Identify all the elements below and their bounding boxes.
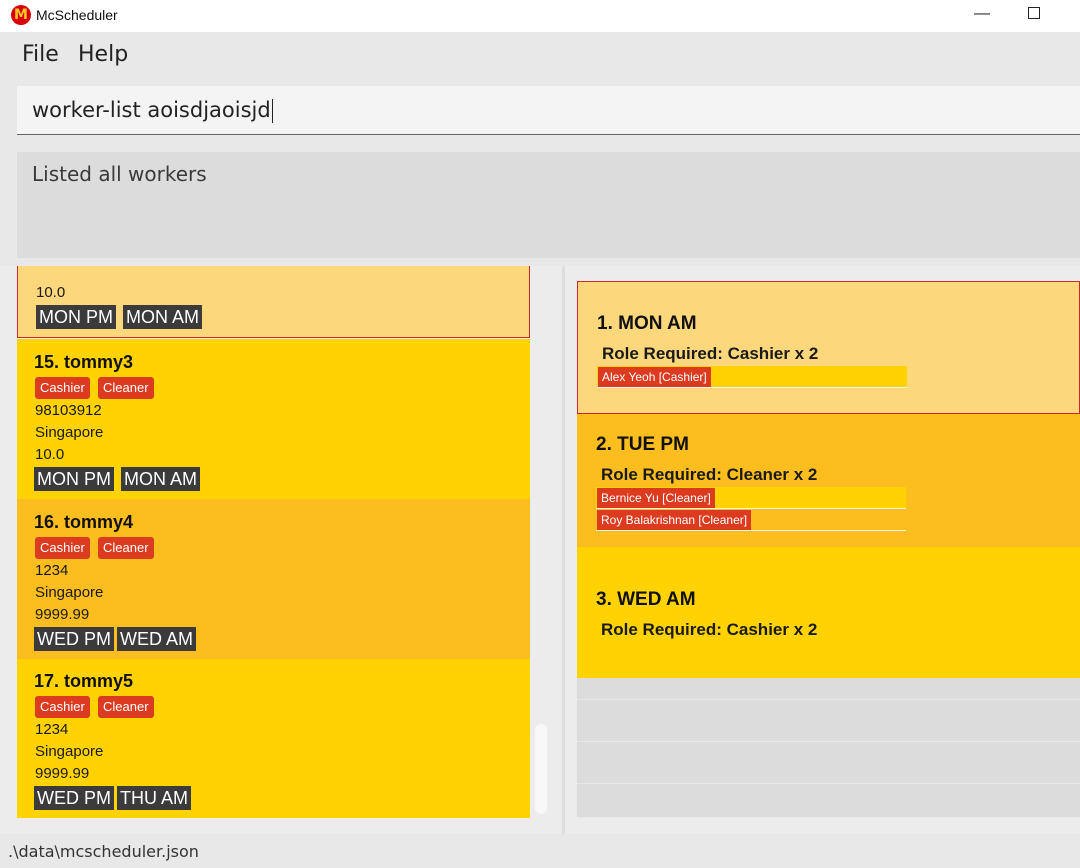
availability-tag: THU AM: [117, 786, 192, 810]
worker-pay: 9999.99: [35, 606, 90, 623]
shift-card[interactable]: 3. WED AM Role Required: Cashier x 2: [577, 547, 1080, 678]
minimize-button[interactable]: —: [962, 0, 1002, 30]
command-input[interactable]: worker-list aoisdjaoisjd: [17, 86, 1080, 135]
worker-card[interactable]: 16. tommy4 Cashier Cleaner 1234 Singapor…: [17, 499, 530, 659]
worker-phone: 98103912: [35, 402, 102, 419]
shift-title: 2. TUE PM: [596, 434, 689, 455]
worker-address: Singapore: [35, 743, 104, 760]
role-tag: Cleaner: [98, 377, 154, 399]
mcdonalds-logo-icon: M: [11, 5, 31, 25]
availability-tag: WED PM: [34, 627, 114, 651]
status-bar: .\data\mcscheduler.json: [0, 834, 1080, 868]
worker-card[interactable]: 10.0 MON PM MON AM: [17, 266, 530, 338]
maximize-button[interactable]: [1028, 7, 1040, 19]
worker-pay: 10.0: [36, 284, 66, 301]
shift-title: 1. MON AM: [597, 313, 697, 334]
title-bar: M McScheduler —: [0, 0, 1080, 32]
lists-panel: 10.0 MON PM MON AM 15. tommy3 Cashier Cl…: [0, 266, 1080, 834]
worker-phone: 1234: [35, 562, 69, 579]
menu-bar: File Help: [0, 32, 1080, 78]
result-display-container: Listed all workers: [0, 144, 1080, 266]
save-location: .\data\mcscheduler.json: [8, 842, 199, 861]
shift-role-required: Role Required: Cashier x 2: [601, 620, 818, 639]
worker-address: Singapore: [35, 424, 104, 441]
worker-name: 15. tommy3: [34, 352, 134, 372]
worker-name: 16. tommy4: [34, 512, 134, 532]
role-tag: Cleaner: [98, 696, 154, 718]
availability-tag: MON AM: [121, 467, 201, 491]
result-message: Listed all workers: [32, 162, 207, 186]
assignment-tag: Alex Yeoh [Cashier]: [598, 367, 711, 387]
assignment-row: Roy Balakrishnan [Cleaner]: [596, 509, 906, 531]
worker-list[interactable]: 10.0 MON PM MON AM 15. tommy3 Cashier Cl…: [0, 266, 562, 834]
worker-pay: 9999.99: [35, 765, 90, 782]
worker-card[interactable]: 15. tommy3 Cashier Cleaner 98103912 Sing…: [17, 339, 530, 499]
window-title: McScheduler: [36, 7, 118, 23]
role-tag: Cleaner: [98, 537, 154, 559]
worker-card[interactable]: 17. tommy5 Cashier Cleaner 1234 Singapor…: [17, 659, 530, 818]
worker-name: 17. tommy5: [34, 671, 134, 691]
role-tag: Cashier: [35, 377, 90, 399]
command-box-container: worker-list aoisdjaoisjd: [0, 78, 1080, 144]
worker-list-scrollbar[interactable]: [535, 724, 547, 814]
role-tag: Cashier: [35, 537, 90, 559]
worker-phone: 1234: [35, 721, 69, 738]
worker-address: Singapore: [35, 584, 104, 601]
availability-tag: MON PM: [36, 305, 116, 329]
empty-list-cell: [577, 784, 1080, 818]
menu-file[interactable]: File: [22, 42, 59, 67]
assignment-row: Alex Yeoh [Cashier]: [597, 366, 907, 388]
shift-card[interactable]: 2. TUE PM Role Required: Cleaner x 2 Ber…: [577, 414, 1080, 547]
empty-list-cell: [577, 742, 1080, 784]
command-input-text: worker-list aoisdjaoisjd: [32, 98, 271, 122]
shift-card[interactable]: 1. MON AM Role Required: Cashier x 2 Ale…: [577, 281, 1080, 414]
role-tag: Cashier: [35, 696, 90, 718]
empty-list-cell: [577, 700, 1080, 742]
assignment-tag: Bernice Yu [Cleaner]: [597, 488, 715, 508]
availability-tag: WED PM: [34, 786, 114, 810]
text-cursor: [271, 99, 273, 123]
menu-help[interactable]: Help: [78, 42, 128, 67]
availability-tag: WED AM: [117, 627, 197, 651]
empty-list-cell: [577, 678, 1080, 700]
shift-title: 3. WED AM: [596, 589, 696, 610]
availability-tag: MON PM: [34, 467, 114, 491]
shift-role-required: Role Required: Cleaner x 2: [601, 465, 818, 484]
assignment-tag: Roy Balakrishnan [Cleaner]: [597, 510, 752, 530]
assignment-row: Bernice Yu [Cleaner]: [596, 487, 906, 509]
shift-list[interactable]: 1. MON AM Role Required: Cashier x 2 Ale…: [565, 266, 1080, 834]
result-display: Listed all workers: [17, 152, 1080, 258]
availability-tag: MON AM: [123, 305, 203, 329]
worker-pay: 10.0: [35, 446, 65, 463]
shift-role-required: Role Required: Cashier x 2: [602, 344, 819, 363]
